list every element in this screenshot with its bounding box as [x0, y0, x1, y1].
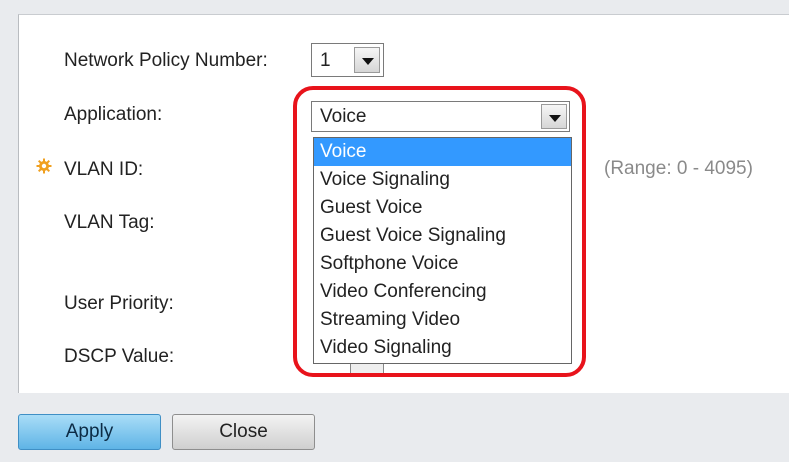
highlight-annotation [293, 86, 586, 377]
chevron-down-icon[interactable] [354, 47, 380, 73]
network-policy-number-label: Network Policy Number: [64, 50, 268, 71]
network-policy-number-select[interactable]: 1 [311, 43, 384, 77]
apply-button[interactable]: Apply [18, 414, 161, 450]
dscp-value-label: DSCP Value: [64, 346, 175, 367]
vlan-id-label: VLAN ID: [64, 159, 144, 180]
network-policy-number-value: 1 [320, 50, 331, 71]
user-priority-label: User Priority: [64, 293, 174, 314]
close-button[interactable]: Close [172, 414, 315, 450]
vlan-tag-label: VLAN Tag: [64, 212, 155, 233]
required-field-icon [36, 158, 52, 174]
application-label: Application: [64, 104, 163, 125]
vlan-id-range-hint: (Range: 0 - 4095) [604, 158, 753, 179]
